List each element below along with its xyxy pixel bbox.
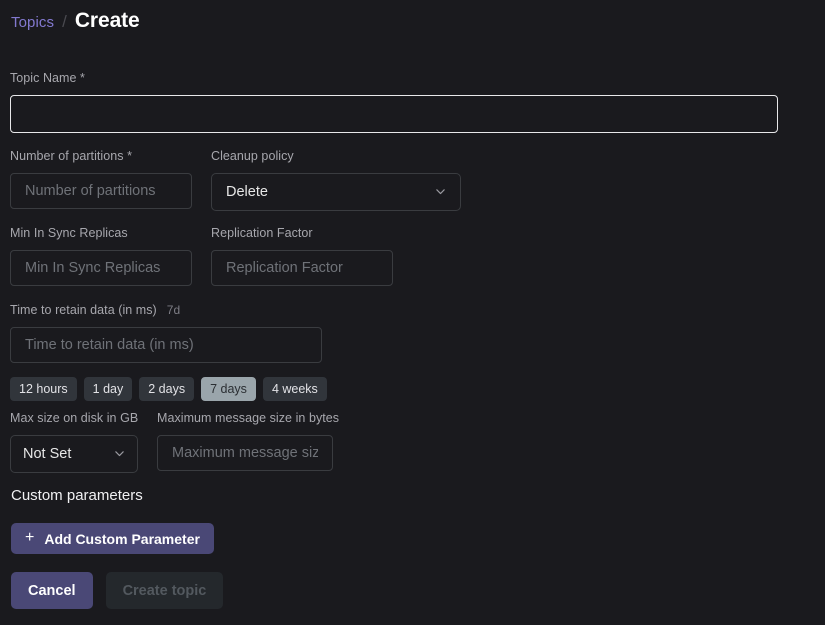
- chevron-down-icon: [436, 189, 445, 195]
- time-to-retain-field-group: Time to retain data (in ms) 7d 12 hours …: [10, 303, 327, 402]
- chevron-down-icon: [115, 451, 124, 457]
- time-to-retain-input-wrap: [10, 327, 322, 363]
- number-of-partitions-field-group: Number of partitions *: [10, 150, 192, 211]
- retention-chip-12-hours[interactable]: 12 hours: [10, 377, 77, 402]
- page-title: Create: [74, 9, 140, 32]
- add-custom-parameter-label: Add Custom Parameter: [44, 530, 200, 547]
- max-size-on-disk-field-group: Max size on disk in GB Not Set: [10, 412, 138, 473]
- create-topic-button[interactable]: Create topic: [105, 572, 224, 609]
- time-to-retain-hint: 7d: [166, 303, 181, 317]
- max-size-on-disk-label: Max size on disk in GB: [10, 411, 139, 425]
- max-size-on-disk-value: Not Set: [23, 445, 72, 462]
- breadcrumb-separator: /: [62, 12, 67, 31]
- topic-name-field-group: Topic Name *: [10, 72, 778, 133]
- time-to-retain-label-row: Time to retain data (in ms) 7d: [10, 303, 327, 317]
- topic-name-input[interactable]: [10, 94, 778, 133]
- custom-parameters-title: Custom parameters: [11, 487, 143, 504]
- replication-factor-label: Replication Factor: [211, 226, 313, 240]
- add-custom-parameter-button[interactable]: + Add Custom Parameter: [11, 523, 214, 554]
- retention-chip-2-days[interactable]: 2 days: [139, 377, 195, 402]
- max-message-size-input[interactable]: [157, 434, 333, 471]
- max-message-size-field-group: Maximum message size in bytes: [157, 411, 340, 473]
- cleanup-policy-select[interactable]: Delete: [211, 172, 461, 211]
- retention-chip-7-days[interactable]: 7 days: [201, 377, 256, 402]
- form-actions: Cancel Create topic: [11, 572, 224, 609]
- plus-icon: +: [25, 528, 35, 546]
- number-of-partitions-label: Number of partitions *: [10, 149, 132, 163]
- min-in-sync-replicas-field-group: Min In Sync Replicas: [10, 227, 192, 286]
- retention-preset-chips: 12 hours 1 day 2 days 7 days 4 weeks: [10, 377, 327, 402]
- cancel-button[interactable]: Cancel: [11, 572, 93, 609]
- partitions-policy-row: Number of partitions * Cleanup policy De…: [10, 150, 461, 211]
- breadcrumb-link-topics[interactable]: Topics: [11, 15, 54, 30]
- retention-chip-1-day[interactable]: 1 day: [83, 377, 133, 402]
- min-in-sync-replicas-label: Min In Sync Replicas: [10, 226, 128, 240]
- max-size-on-disk-select[interactable]: Not Set: [10, 434, 138, 473]
- replication-factor-input[interactable]: [211, 249, 393, 286]
- breadcrumb: Topics / Create: [11, 10, 140, 31]
- replication-factor-field-group: Replication Factor: [211, 227, 393, 286]
- min-in-sync-replicas-input[interactable]: [10, 249, 192, 286]
- cleanup-policy-label: Cleanup policy: [211, 149, 294, 163]
- retention-chip-4-weeks[interactable]: 4 weeks: [262, 377, 327, 402]
- cleanup-policy-value: Delete: [226, 183, 268, 200]
- max-message-size-label: Maximum message size in bytes: [157, 411, 340, 425]
- number-of-partitions-input[interactable]: [10, 172, 192, 209]
- time-to-retain-label: Time to retain data (in ms): [10, 303, 157, 317]
- topic-name-label: Topic Name *: [10, 71, 85, 85]
- max-size-row: Max size on disk in GB Not Set Maximum m…: [10, 411, 340, 473]
- cleanup-policy-field-group: Cleanup policy Delete: [211, 150, 461, 211]
- replicas-row: Min In Sync Replicas Replication Factor: [10, 227, 393, 286]
- time-to-retain-input[interactable]: [10, 327, 322, 363]
